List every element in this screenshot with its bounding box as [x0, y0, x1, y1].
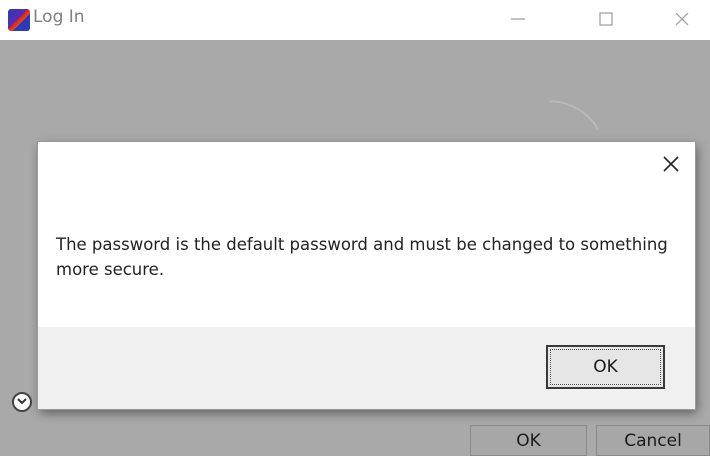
dialog-message: The password is the default password and… — [56, 235, 668, 279]
chevron-down-icon — [17, 398, 27, 405]
focus-ring — [550, 349, 661, 385]
message-dialog: The password is the default password and… — [38, 142, 695, 409]
expand-options-button[interactable] — [12, 392, 32, 412]
app-icon — [8, 9, 30, 31]
close-icon — [663, 156, 679, 172]
login-cancel-button[interactable]: Cancel — [596, 425, 710, 456]
window-close-button[interactable] — [660, 4, 704, 34]
minimize-icon — [511, 18, 525, 20]
title-bar: Log In — [0, 0, 710, 40]
minimize-button[interactable] — [496, 4, 540, 34]
close-icon — [675, 12, 689, 26]
dialog-footer: OK — [38, 327, 695, 409]
window-title: Log In — [33, 7, 85, 27]
dialog-close-button[interactable] — [659, 152, 683, 176]
dialog-ok-button[interactable]: OK — [546, 345, 665, 389]
maximize-button[interactable] — [584, 4, 628, 34]
maximize-icon — [599, 12, 613, 26]
login-ok-button[interactable]: OK — [470, 425, 587, 456]
